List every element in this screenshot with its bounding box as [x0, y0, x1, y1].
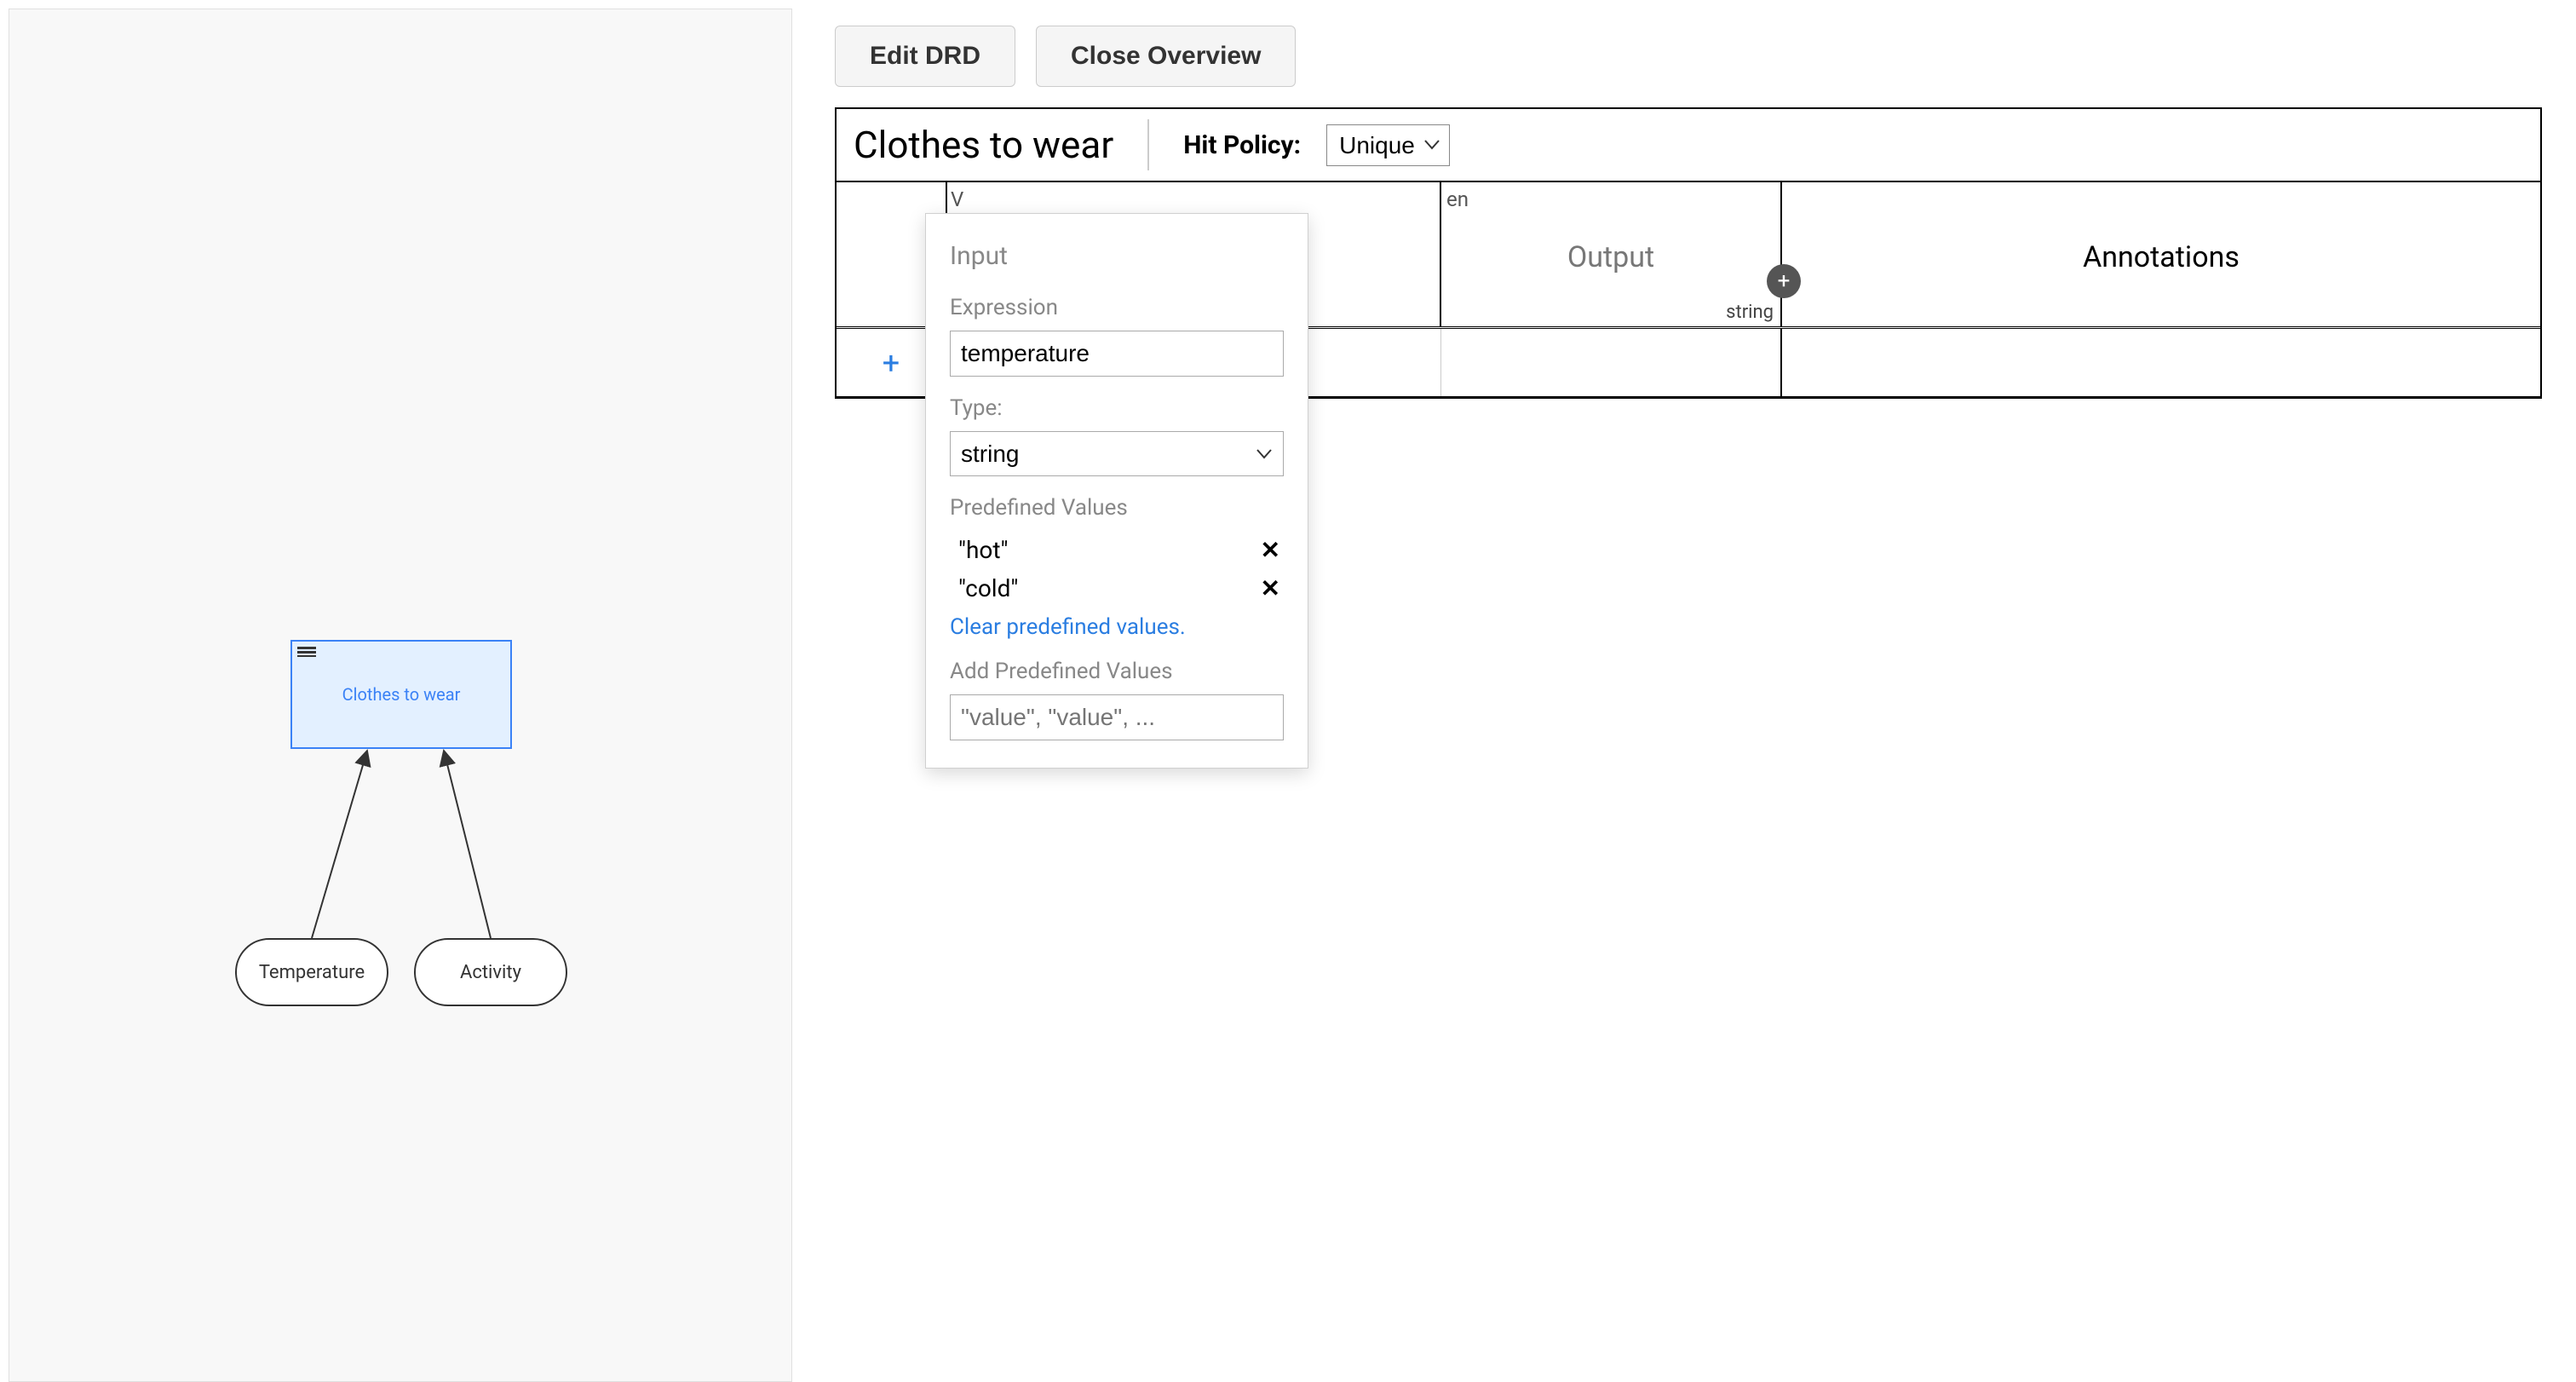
drd-input-activity-label: Activity: [460, 962, 521, 983]
expression-input[interactable]: [950, 331, 1284, 377]
drd-decision-label: Clothes to wear: [342, 684, 461, 705]
drd-canvas[interactable]: Clothes to wear Temperature Activity: [9, 9, 791, 1381]
drd-overview-panel: Clothes to wear Temperature Activity: [9, 9, 792, 1382]
predefined-values-label: Predefined Values: [950, 495, 1284, 521]
col-annotations-header[interactable]: Annotations: [1782, 182, 2540, 326]
empty-output-cell[interactable]: [1441, 329, 1782, 396]
toolbar: Edit DRD Close Overview: [835, 26, 2542, 87]
annotations-label: Annotations: [1782, 216, 2540, 298]
col-output-header[interactable]: en Output string: [1441, 182, 1782, 326]
drd-input-temperature-label: Temperature: [259, 962, 365, 983]
add-predefined-values-input[interactable]: [950, 694, 1284, 740]
expression-label: Expression: [950, 295, 1284, 320]
close-overview-button[interactable]: Close Overview: [1036, 26, 1296, 87]
predefined-value-text: "cold": [958, 574, 1018, 602]
add-predefined-label: Add Predefined Values: [950, 659, 1284, 684]
predefined-value-item: "cold" ✕: [950, 569, 1284, 608]
hit-policy-label: Hit Policy:: [1183, 130, 1301, 160]
table-title[interactable]: Clothes to wear: [854, 123, 1113, 167]
clear-predefined-values-link[interactable]: Clear predefined values.: [950, 614, 1186, 640]
table-title-row: Clothes to wear Hit Policy: Unique: [837, 109, 2540, 182]
empty-annotation-cell[interactable]: [1782, 329, 2540, 396]
predefined-value-text: "hot": [958, 536, 1009, 564]
add-row-plus-icon: +: [883, 345, 900, 381]
type-select[interactable]: string: [950, 431, 1284, 476]
hit-policy-select[interactable]: Unique: [1326, 124, 1450, 166]
output-label: Output: [1441, 216, 1780, 298]
input-column-popup: Input Expression Type: string Predefined…: [925, 213, 1308, 769]
drd-input-temperature[interactable]: Temperature: [235, 938, 388, 1006]
decision-table-icon: [297, 647, 316, 659]
predefined-values-list: "hot" ✕ "cold" ✕: [950, 531, 1284, 608]
drd-input-activity[interactable]: Activity: [414, 938, 567, 1006]
when-label-fragment: V: [947, 182, 1440, 216]
then-label-fragment: en: [1441, 182, 1780, 216]
popup-title: Input: [950, 241, 1284, 271]
predefined-value-item: "hot" ✕: [950, 531, 1284, 569]
edit-drd-button[interactable]: Edit DRD: [835, 26, 1015, 87]
remove-predefined-value-button[interactable]: ✕: [1261, 574, 1280, 602]
type-label: Type:: [950, 395, 1284, 421]
drd-decision-node[interactable]: Clothes to wear: [290, 640, 512, 749]
output-type: string: [1441, 298, 1780, 326]
remove-predefined-value-button[interactable]: ✕: [1261, 536, 1280, 564]
vertical-divider: [1147, 119, 1149, 170]
add-output-column-button[interactable]: +: [1767, 264, 1801, 298]
plus-icon: +: [1778, 268, 1791, 294]
